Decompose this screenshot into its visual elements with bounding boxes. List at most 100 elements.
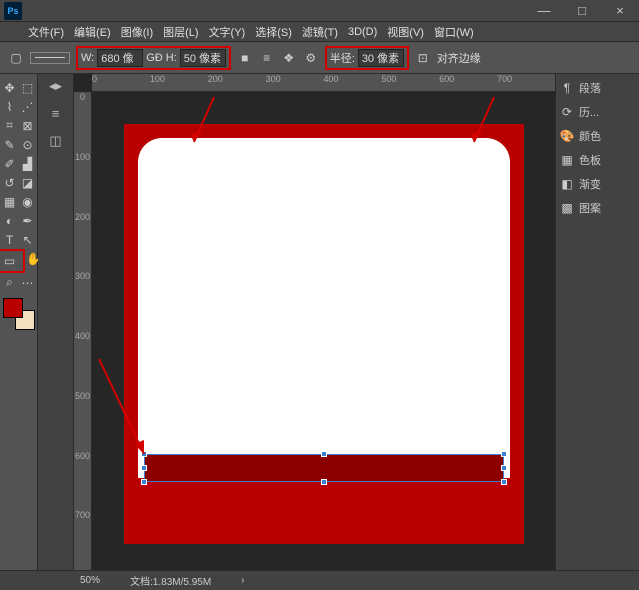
marquee-tool[interactable]: ⬚ (19, 78, 37, 97)
panel-label: 颜色 (579, 128, 601, 144)
transform-handle[interactable] (321, 451, 327, 457)
options-bar: ▢ W: 680 像 GĐ H: 50 像素 ■ ≡ ❖ ⚙ 半径: 30 像素… (0, 42, 639, 74)
history-brush-tool[interactable]: ↺ (1, 173, 19, 192)
menu-window[interactable]: 窗口(W) (434, 24, 474, 40)
paragraph-icon: ¶ (560, 81, 574, 95)
collapse-handle-icon[interactable]: ◂▸ (49, 78, 62, 94)
transform-handle[interactable] (501, 465, 507, 471)
color-icon: 🎨 (560, 129, 574, 143)
ps-logo: Ps (4, 2, 22, 20)
eraser-tool[interactable]: ◪ (19, 173, 37, 192)
blur-tool[interactable]: ◉ (19, 192, 37, 211)
menu-view[interactable]: 视图(V) (387, 24, 424, 40)
swatches-icon: ▦ (560, 153, 574, 167)
zoom-tool[interactable]: ⌕ (1, 273, 19, 292)
radius-field[interactable]: 30 像素 (358, 49, 404, 67)
tools-panel: ✥⬚ ⌇⋰ ⌗⊠ ✎⊙ ✐▟ ↺◪ ▦◉ ◐✒ T↖ ▭✋ ⌕⋯ (0, 74, 38, 570)
menu-bar: 文件(F) 编辑(E) 图像(I) 图层(L) 文字(Y) 选择(S) 滤镜(T… (0, 22, 639, 42)
panel-paragraph[interactable]: ¶ 段落 (560, 80, 635, 96)
crop-tool[interactable]: ⌗ (1, 116, 19, 135)
menu-edit[interactable]: 编辑(E) (74, 24, 111, 40)
ruler-h-tick: 300 (266, 74, 324, 91)
arrange-icon[interactable]: ❖ (281, 50, 297, 66)
gradient-tool[interactable]: ▦ (1, 192, 19, 211)
ruler-h-tick: 600 (439, 74, 497, 91)
menu-select[interactable]: 选择(S) (255, 24, 292, 40)
pattern-icon: ▩ (560, 201, 574, 215)
panel-color[interactable]: 🎨 颜色 (560, 128, 635, 144)
transform-handle[interactable] (321, 479, 327, 485)
ruler-v-tick: 600 (74, 451, 91, 511)
panel-history[interactable]: ⟳ 历... (560, 104, 635, 120)
heal-tool[interactable]: ⊙ (19, 135, 37, 154)
right-panel-dock: ¶ 段落 ⟳ 历... 🎨 颜色 ▦ 色板 ◧ 渐变 ▩图案 (555, 74, 639, 570)
constrain-icon[interactable]: ⊡ (415, 50, 431, 66)
minimize-button[interactable]: — (525, 0, 563, 22)
quick-select-tool[interactable]: ⋰ (19, 97, 37, 116)
panel-swatches[interactable]: ▦ 色板 (560, 152, 635, 168)
transform-handle[interactable] (501, 479, 507, 485)
align-edges-label[interactable]: 对齐边缘 (437, 50, 481, 66)
zoom-level[interactable]: 50% (80, 575, 100, 586)
eyedropper-tool[interactable]: ✎ (1, 135, 19, 154)
width-field[interactable]: 680 像 (97, 49, 143, 67)
type-tool[interactable]: T (1, 230, 19, 249)
pen-tool[interactable]: ✒ (19, 211, 37, 230)
history-icon: ⟳ (560, 105, 574, 119)
rounded-rect-shape[interactable] (144, 454, 504, 482)
transform-handle[interactable] (141, 479, 147, 485)
transform-handle[interactable] (501, 451, 507, 457)
color-swatches[interactable] (3, 298, 35, 330)
shape-tool[interactable]: ▭ (0, 249, 25, 273)
gear-icon[interactable]: ⚙ (303, 50, 319, 66)
menu-layer[interactable]: 图层(L) (163, 24, 198, 40)
transform-handle[interactable] (141, 451, 147, 457)
shape-preset-icon[interactable]: ▢ (8, 50, 24, 66)
maximize-button[interactable]: □ (563, 0, 601, 22)
more-tools[interactable]: ⋯ (19, 273, 37, 292)
panel-pattern[interactable]: ▩图案 (560, 200, 635, 216)
menu-type[interactable]: 文字(Y) (209, 24, 246, 40)
ruler-v-tick: 400 (74, 331, 91, 391)
stamp-tool[interactable]: ▟ (19, 154, 37, 173)
title-bar: Ps — □ × (0, 0, 639, 22)
close-button[interactable]: × (601, 0, 639, 22)
transform-handle[interactable] (141, 465, 147, 471)
fill-icon[interactable]: ■ (237, 50, 253, 66)
doc-size[interactable]: 文档:1.83M/5.95M (130, 573, 211, 588)
move-tool[interactable]: ✥ (1, 78, 19, 97)
panel-label: 历... (579, 104, 599, 120)
document-inner (138, 138, 510, 478)
canvas-area[interactable]: 0 100 200 300 400 500 600 700 0 100 200 … (74, 74, 555, 570)
panel-label: 段落 (579, 80, 601, 96)
menu-file[interactable]: 文件(F) (28, 24, 64, 40)
status-arrow-icon[interactable]: › (241, 575, 244, 586)
align-icon[interactable]: ≡ (259, 50, 275, 66)
stroke-preview[interactable] (30, 52, 70, 64)
ruler-v-tick: 200 (74, 212, 91, 272)
document[interactable] (124, 124, 524, 544)
menu-image[interactable]: 图像(I) (121, 24, 153, 40)
ruler-h-tick: 400 (324, 74, 382, 91)
panel-icon-2[interactable]: ◫ (49, 133, 61, 149)
gradient-icon: ◧ (560, 177, 574, 191)
ruler-vertical: 0 100 200 300 400 500 600 700 (74, 92, 92, 570)
menu-filter[interactable]: 滤镜(T) (302, 24, 338, 40)
ruler-v-tick: 300 (74, 271, 91, 331)
path-select-tool[interactable]: ↖ (19, 230, 37, 249)
lasso-tool[interactable]: ⌇ (1, 97, 19, 116)
width-label: W: (81, 52, 94, 64)
frame-tool[interactable]: ⊠ (19, 116, 37, 135)
width-height-group: W: 680 像 GĐ H: 50 像素 (76, 46, 231, 70)
link-wh-icon[interactable]: GĐ (146, 52, 163, 64)
panel-icon-1[interactable]: ≡ (52, 106, 60, 121)
panel-label: 渐变 (579, 176, 601, 192)
brush-tool[interactable]: ✐ (1, 154, 19, 173)
menu-3d[interactable]: 3D(D) (348, 26, 377, 38)
dodge-tool[interactable]: ◐ (1, 211, 19, 230)
height-field[interactable]: 50 像素 (180, 49, 226, 67)
panel-gradient[interactable]: ◧ 渐变 (560, 176, 635, 192)
ruler-h-tick: 500 (381, 74, 439, 91)
panel-label: 色板 (579, 152, 601, 168)
foreground-swatch[interactable] (3, 298, 23, 318)
